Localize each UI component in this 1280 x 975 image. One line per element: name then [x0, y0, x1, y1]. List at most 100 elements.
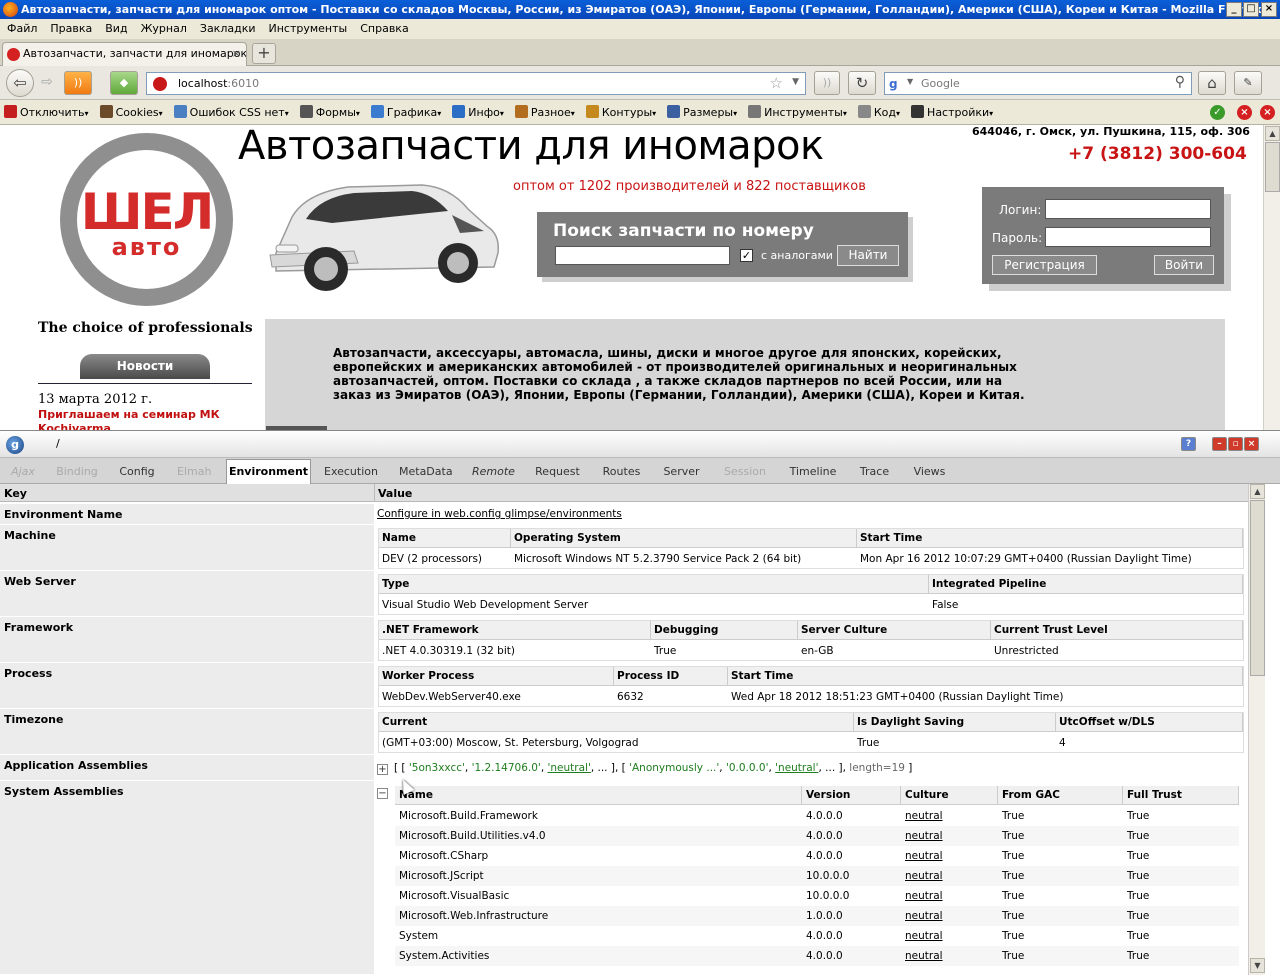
minimize-panel-icon[interactable]: –: [1212, 437, 1227, 451]
devbar-item[interactable]: Графика▾: [367, 100, 441, 124]
close-panel-icon[interactable]: ×: [1244, 437, 1259, 451]
menu-file[interactable]: Файл: [0, 19, 43, 39]
analogs-checkbox[interactable]: ✓: [740, 249, 753, 262]
page-scrollbar[interactable]: ▲: [1263, 125, 1280, 430]
tab-config[interactable]: Config: [119, 462, 155, 484]
devbar-item[interactable]: Ошибок CSS нет▾: [170, 100, 289, 124]
tab-metadata[interactable]: MetaData: [399, 462, 453, 484]
site-subline: оптом от 1202 производителей и 822 поста…: [513, 179, 866, 194]
part-number-input[interactable]: [555, 246, 730, 265]
devbar-item[interactable]: Контуры▾: [582, 100, 656, 124]
devbar-item[interactable]: Размеры▾: [663, 100, 737, 124]
password-input[interactable]: [1045, 227, 1211, 247]
feed-icon[interactable]: )): [814, 71, 840, 95]
url-bar[interactable]: localhost:6010 ☆ ▼: [146, 72, 806, 95]
minimize-button[interactable]: _: [1226, 2, 1242, 17]
new-tab-button[interactable]: +: [252, 43, 276, 64]
scrollbar-thumb[interactable]: [1250, 500, 1265, 676]
culture-link[interactable]: neutral: [901, 806, 943, 826]
web-page: ШЕЛ авто The choice of professionals Нов…: [0, 125, 1263, 430]
promo-banner: Автозапчасти, аксессуары, автомасла, шин…: [265, 319, 1225, 430]
back-button[interactable]: ⇦: [6, 69, 34, 97]
news-button[interactable]: Новости: [80, 354, 210, 379]
env-name-link[interactable]: Configure in web.config glimpse/environm…: [377, 508, 622, 520]
table-header-cell: From GAC: [998, 786, 1123, 805]
chevron-down-icon[interactable]: ▼: [907, 77, 913, 86]
browser-tab[interactable]: Автозапчасти, запчасти для иномарок оп..…: [2, 42, 247, 66]
culture-link[interactable]: neutral: [901, 846, 943, 866]
close-window-button[interactable]: ×: [1261, 2, 1277, 17]
culture-link[interactable]: neutral: [901, 886, 943, 906]
scrollbar-thumb[interactable]: [1265, 142, 1280, 192]
glimpse-scrollbar[interactable]: ▲ ▼: [1248, 484, 1265, 975]
bookmark-star-icon[interactable]: ☆: [770, 74, 783, 92]
tab-remote[interactable]: Remote: [472, 462, 515, 484]
tab-server[interactable]: Server: [663, 462, 700, 484]
tab-environment[interactable]: Environment: [226, 459, 311, 484]
devbar-item[interactable]: Код▾: [854, 100, 900, 124]
news-link[interactable]: Приглашаем на семинар МК Kochivarma: [38, 408, 238, 430]
tab-elmah[interactable]: Elmah: [177, 462, 211, 484]
devbar-item[interactable]: Формы▾: [296, 100, 360, 124]
scroll-up-icon[interactable]: ▲: [1265, 126, 1280, 141]
glimpse-logo-icon[interactable]: g: [6, 436, 24, 454]
forward-button[interactable]: ⇨: [36, 71, 58, 95]
tab-request[interactable]: Request: [534, 462, 581, 484]
devbar-item[interactable]: Cookies▾: [96, 100, 163, 124]
devbar-item[interactable]: Разное▾: [511, 100, 575, 124]
tab-routes[interactable]: Routes: [602, 462, 641, 484]
tab-session[interactable]: Session: [722, 462, 768, 484]
collapse-icon[interactable]: −: [377, 788, 388, 799]
tab-binding[interactable]: Binding: [56, 462, 98, 484]
scroll-down-icon[interactable]: ▼: [1250, 958, 1265, 973]
menu-help[interactable]: Справка: [353, 19, 414, 39]
devbar-item[interactable]: Инфо▾: [448, 100, 504, 124]
home-button[interactable]: ⌂: [1198, 71, 1226, 95]
culture-link[interactable]: neutral: [901, 906, 943, 926]
tab-close-icon[interactable]: ×: [232, 43, 241, 65]
reload-button[interactable]: ↻: [848, 71, 876, 95]
tab-ajax[interactable]: Ajax: [10, 462, 36, 484]
addon-icon[interactable]: ◆: [110, 71, 138, 95]
table-header-cell: .NET Framework: [379, 621, 651, 640]
tab-trace[interactable]: Trace: [859, 462, 890, 484]
rss-icon[interactable]: )): [64, 71, 92, 95]
assembly-name: 'Anonymously ...': [629, 762, 720, 774]
culture-link[interactable]: neutral: [901, 866, 943, 886]
login-button[interactable]: Войти: [1154, 255, 1214, 275]
error-icon[interactable]: ×: [1237, 105, 1252, 120]
menu-view[interactable]: Вид: [98, 19, 133, 39]
google-icon[interactable]: g: [889, 76, 905, 92]
search-icon[interactable]: ⚲: [1175, 74, 1185, 90]
maximize-button[interactable]: □: [1243, 2, 1259, 17]
tab-views[interactable]: Views: [912, 462, 947, 484]
devbar-item[interactable]: Настройки▾: [907, 100, 993, 124]
ok-icon[interactable]: ✓: [1210, 105, 1225, 120]
help-icon[interactable]: ?: [1181, 437, 1196, 451]
process-key: Process: [0, 663, 374, 709]
expand-icon[interactable]: +: [377, 764, 388, 775]
login-input[interactable]: [1045, 199, 1211, 219]
assembly-culture[interactable]: 'neutral': [775, 762, 818, 774]
culture-link[interactable]: neutral: [901, 926, 943, 946]
menu-tools[interactable]: Инструменты: [262, 19, 354, 39]
menu-edit[interactable]: Правка: [43, 19, 98, 39]
menu-bookmarks[interactable]: Закладки: [193, 19, 262, 39]
assembly-culture[interactable]: 'neutral': [548, 762, 591, 774]
devbar-item[interactable]: Отключить▾: [0, 100, 89, 124]
tab-timeline[interactable]: Timeline: [789, 462, 837, 484]
tab-execution[interactable]: Execution: [324, 462, 378, 484]
table-row: Microsoft.Build.Framework 4.0.0.0 neutral T…: [395, 806, 1239, 826]
close-toolbar-icon[interactable]: ×: [1260, 105, 1275, 120]
scroll-up-icon[interactable]: ▲: [1250, 484, 1265, 499]
devbar-item[interactable]: Инструменты▾: [744, 100, 847, 124]
culture-link[interactable]: neutral: [901, 946, 943, 966]
register-button[interactable]: Регистрация: [992, 255, 1097, 275]
search-bar[interactable]: g ▼ Google ⚲: [884, 72, 1192, 95]
menu-history[interactable]: Журнал: [134, 19, 193, 39]
addon-menu-icon[interactable]: ✎: [1234, 71, 1262, 95]
find-button[interactable]: Найти: [837, 245, 899, 266]
chevron-down-icon[interactable]: ▼: [792, 77, 799, 87]
popout-panel-icon[interactable]: ▫: [1228, 437, 1243, 451]
culture-link[interactable]: neutral: [901, 826, 943, 846]
